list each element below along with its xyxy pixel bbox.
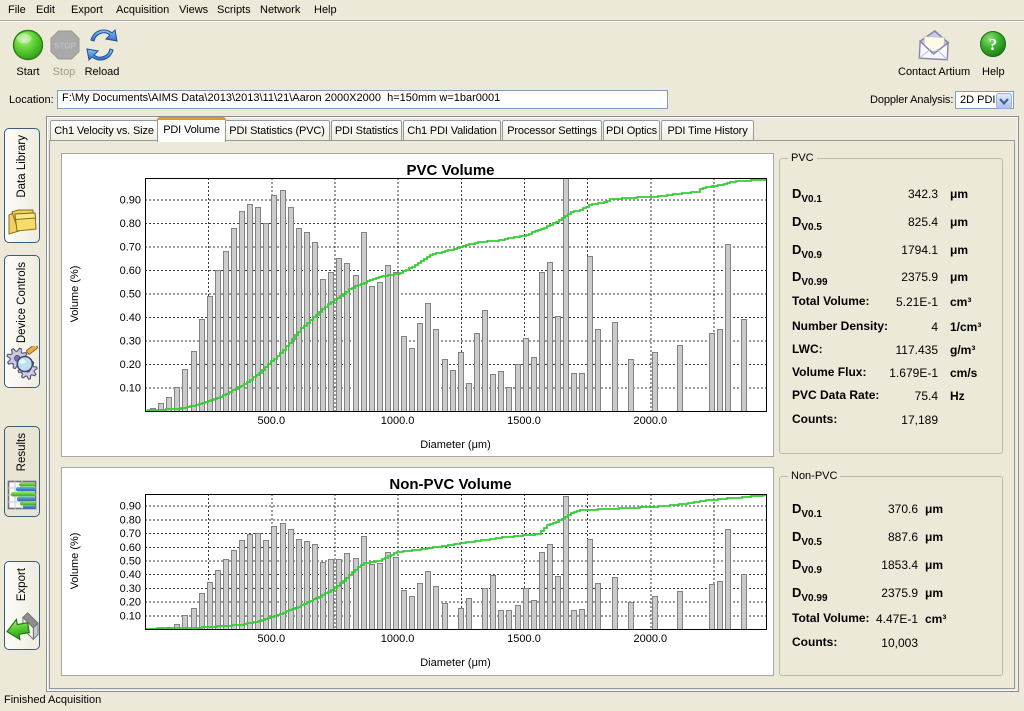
svg-text:Volume (%): Volume (%) <box>69 266 81 323</box>
svg-text:0.80: 0.80 <box>120 218 141 230</box>
svg-text:0.90: 0.90 <box>120 195 141 207</box>
svg-text:500.0: 500.0 <box>258 633 286 645</box>
svg-text:1000.0: 1000.0 <box>381 633 415 645</box>
svg-text:0.30: 0.30 <box>120 583 141 595</box>
svg-text:1000.0: 1000.0 <box>381 415 415 427</box>
svg-text:Diameter (μm): Diameter (μm) <box>420 657 491 669</box>
svg-text:0.40: 0.40 <box>120 569 141 581</box>
svg-text:Diameter (μm): Diameter (μm) <box>420 439 491 451</box>
svg-text:0.60: 0.60 <box>120 265 141 277</box>
svg-text:500.0: 500.0 <box>258 415 286 427</box>
svg-text:?: ? <box>989 35 998 54</box>
svg-text:0.20: 0.20 <box>120 359 141 371</box>
svg-text:2000.0: 2000.0 <box>633 415 667 427</box>
svg-text:Volume (%): Volume (%) <box>69 533 81 590</box>
svg-text:0.20: 0.20 <box>120 597 141 609</box>
svg-text:0.80: 0.80 <box>120 514 141 526</box>
svg-text:0.60: 0.60 <box>120 542 141 554</box>
svg-text:0.40: 0.40 <box>120 312 141 324</box>
svg-text:0.70: 0.70 <box>120 528 141 540</box>
svg-text:0.30: 0.30 <box>120 336 141 348</box>
svg-text:PVC Volume: PVC Volume <box>406 162 494 179</box>
svg-text:1500.0: 1500.0 <box>507 415 541 427</box>
svg-text:0.10: 0.10 <box>120 610 141 622</box>
svg-text:1500.0: 1500.0 <box>507 633 541 645</box>
svg-text:0.70: 0.70 <box>120 242 141 254</box>
svg-text:2000.0: 2000.0 <box>633 633 667 645</box>
svg-text:0.50: 0.50 <box>120 556 141 568</box>
svg-text:0.50: 0.50 <box>120 289 141 301</box>
svg-text:STOP: STOP <box>54 42 76 51</box>
svg-text:0.10: 0.10 <box>120 383 141 395</box>
svg-text:0.90: 0.90 <box>120 501 141 513</box>
svg-text:Non-PVC Volume: Non-PVC Volume <box>389 476 511 493</box>
